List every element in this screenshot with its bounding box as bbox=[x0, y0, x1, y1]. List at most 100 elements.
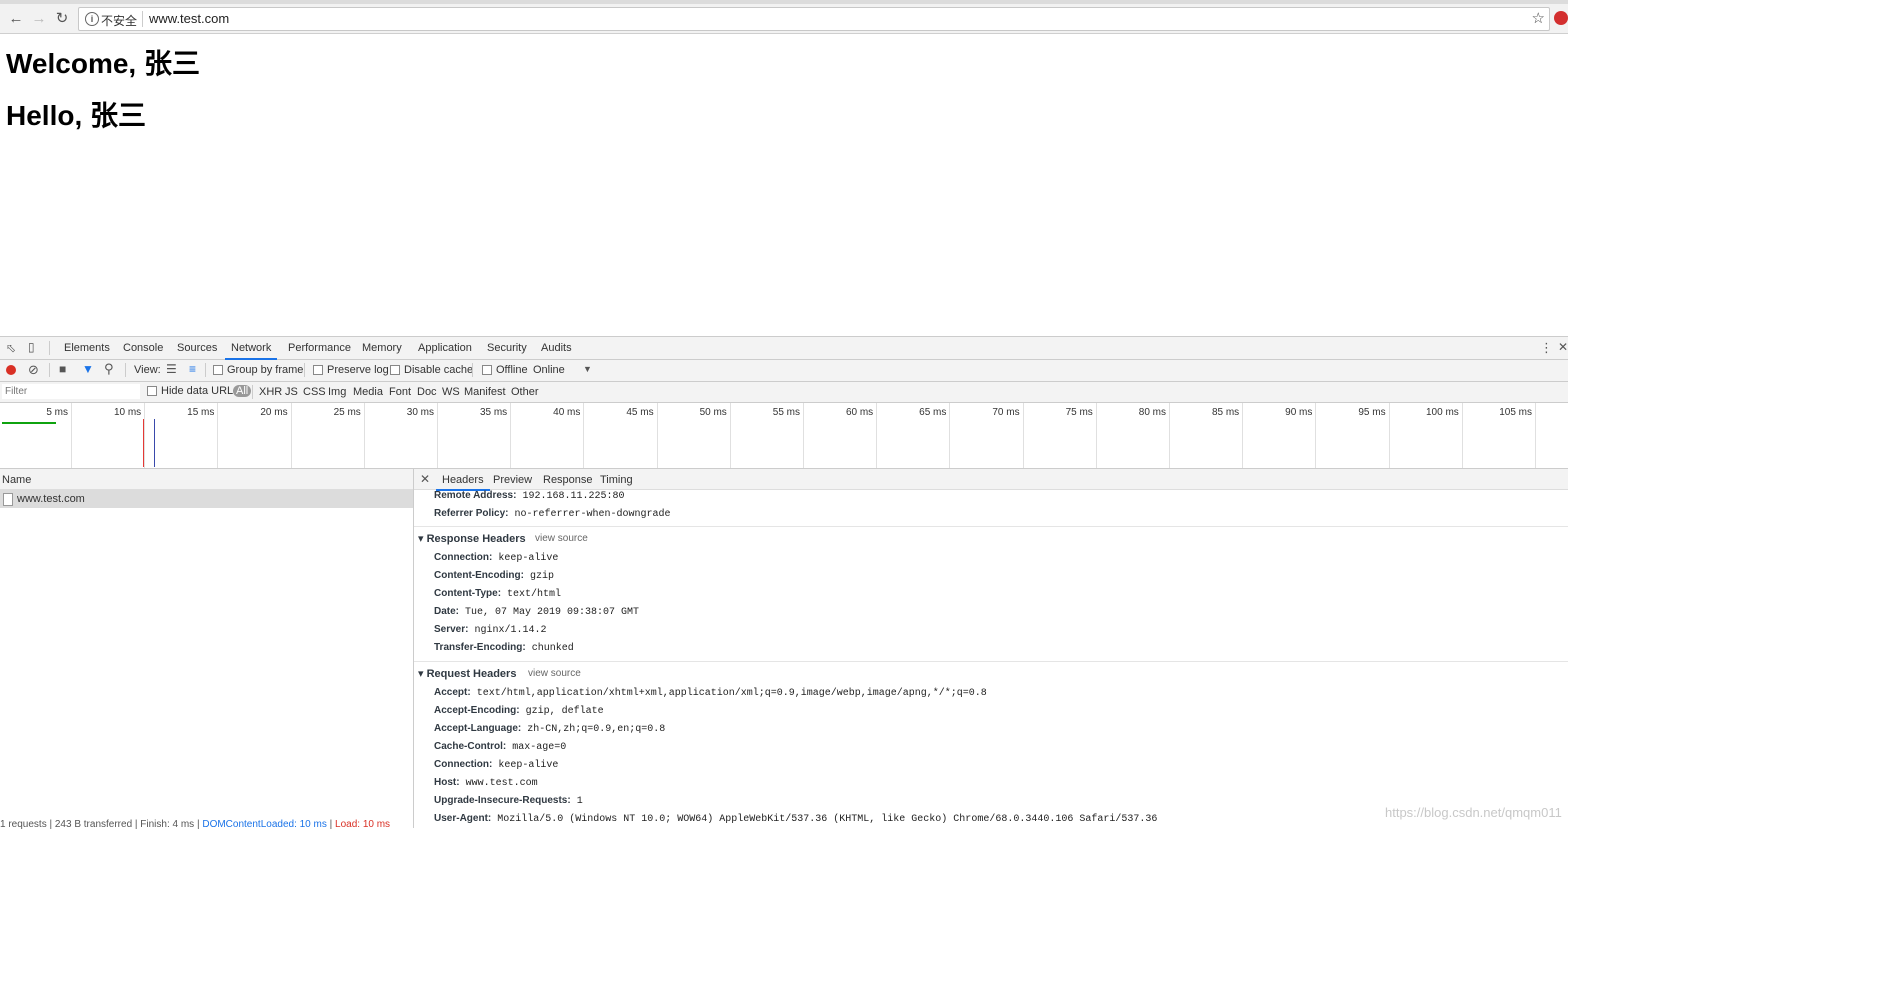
reload-icon[interactable]: ↻ bbox=[53, 10, 71, 28]
security-label[interactable]: 不安全 bbox=[101, 12, 137, 29]
header-value: gzip bbox=[523, 571, 554, 582]
general-header-row: Remote Address: 192.168.11.225:80 bbox=[434, 490, 624, 502]
throttling-select[interactable]: Online bbox=[533, 364, 565, 376]
summary-requests: 1 requests bbox=[0, 819, 47, 830]
filter-type-xhr[interactable]: XHR bbox=[259, 386, 282, 398]
bookmark-star-icon[interactable]: ☆ bbox=[1532, 9, 1545, 27]
header-key: Date: bbox=[434, 606, 460, 617]
chevron-down-icon[interactable]: ▼ bbox=[583, 364, 592, 374]
hide-data-urls-label: Hide data URLs bbox=[161, 385, 239, 397]
view-source-link[interactable]: view source bbox=[535, 533, 588, 544]
summary-transferred: 243 B transferred bbox=[54, 819, 133, 830]
header-key: Connection: bbox=[434, 552, 493, 563]
page-content: Welcome, 张三 Hello, 张三 bbox=[0, 34, 1568, 336]
browser-toolbar: ← → ↻ i 不安全 www.test.com ☆ bbox=[0, 4, 1568, 34]
timeline-tick-label: 40 ms bbox=[553, 407, 581, 418]
timeline-gridline bbox=[217, 403, 219, 468]
filter-bar: Hide data URLs All XHR JS CSS Img Media … bbox=[0, 382, 1568, 403]
filter-type-css[interactable]: CSS bbox=[303, 386, 326, 398]
large-rows-icon[interactable]: ☰ bbox=[166, 362, 177, 376]
filter-type-img[interactable]: Img bbox=[328, 386, 346, 398]
tab-response[interactable]: Response bbox=[543, 474, 593, 486]
tab-elements[interactable]: Elements bbox=[64, 342, 110, 354]
header-key: Referrer Policy: bbox=[434, 508, 509, 519]
more-options-icon[interactable]: ⋮ bbox=[1540, 340, 1553, 356]
toolbar-separator bbox=[125, 363, 126, 377]
close-devtools-icon[interactable]: ✕ bbox=[1558, 340, 1568, 354]
column-name[interactable]: Name bbox=[2, 474, 31, 486]
waterfall-icon[interactable]: ≡ bbox=[189, 362, 196, 376]
timeline-gridline bbox=[583, 403, 585, 468]
header-value: 192.168.11.225:80 bbox=[516, 491, 625, 502]
response-headers-section[interactable]: ▾ Response Headers bbox=[418, 532, 526, 545]
close-details-icon[interactable]: ✕ bbox=[420, 472, 430, 486]
timeline-gridline bbox=[803, 403, 804, 468]
request-list-header: Name bbox=[0, 469, 413, 490]
address-bar[interactable]: i 不安全 www.test.com ☆ bbox=[78, 7, 1550, 31]
timeline-tick-label: 50 ms bbox=[699, 407, 727, 418]
filter-type-other[interactable]: Other bbox=[511, 386, 539, 398]
tab-memory[interactable]: Memory bbox=[362, 342, 402, 354]
filter-input[interactable] bbox=[2, 384, 140, 399]
tab-performance[interactable]: Performance bbox=[288, 342, 351, 354]
document-icon bbox=[3, 493, 13, 506]
response-header-row: Transfer-Encoding: chunked bbox=[434, 642, 574, 654]
request-header-row: Upgrade-Insecure-Requests: 1 bbox=[434, 795, 583, 807]
timeline-gridline bbox=[290, 403, 292, 468]
tab-sources[interactable]: Sources bbox=[177, 342, 217, 354]
timeline-gridline bbox=[876, 403, 878, 468]
tab-application[interactable]: Application bbox=[418, 342, 472, 354]
tab-preview[interactable]: Preview bbox=[493, 474, 532, 486]
tab-security[interactable]: Security bbox=[487, 342, 527, 354]
toolbar-separator bbox=[49, 363, 50, 377]
offline-label: Offline bbox=[496, 364, 528, 376]
timeline-gridline bbox=[1169, 403, 1170, 468]
filter-type-js[interactable]: JS bbox=[285, 386, 298, 398]
network-overview-timeline[interactable]: 5 ms 10 ms 15 ms 20 ms 25 ms 30 ms 35 ms 40 ms 4… bbox=[0, 403, 1568, 469]
record-icon[interactable] bbox=[6, 365, 16, 375]
capture-screenshots-icon[interactable]: ■ bbox=[59, 362, 66, 376]
url-text[interactable]: www.test.com bbox=[149, 11, 229, 26]
clear-icon[interactable]: ⊘ bbox=[28, 362, 39, 378]
info-icon[interactable]: i bbox=[85, 12, 99, 26]
request-details-panel: ✕ Headers Preview Response Timing Remote… bbox=[414, 469, 1568, 828]
filter-type-manifest[interactable]: Manifest bbox=[464, 386, 506, 398]
back-icon[interactable]: ← bbox=[7, 10, 25, 28]
device-toolbar-icon[interactable]: ▯ bbox=[28, 340, 35, 354]
hide-data-urls-checkbox[interactable] bbox=[147, 386, 157, 396]
disable-cache-checkbox[interactable] bbox=[390, 365, 400, 375]
tab-headers[interactable]: Headers bbox=[436, 474, 490, 491]
search-icon[interactable]: ⚲ bbox=[104, 361, 114, 377]
filter-type-font[interactable]: Font bbox=[389, 386, 411, 398]
request-name[interactable]: www.test.com bbox=[17, 493, 85, 505]
filter-type-media[interactable]: Media bbox=[353, 386, 383, 398]
inspect-element-icon[interactable]: ⬁ bbox=[6, 341, 16, 355]
preserve-log-checkbox[interactable] bbox=[313, 365, 323, 375]
extension-icon[interactable] bbox=[1554, 11, 1568, 25]
header-value: Mozilla/5.0 (Windows NT 10.0; WOW64) App… bbox=[491, 814, 1158, 825]
request-header-row: Accept-Encoding: gzip, deflate bbox=[434, 705, 604, 717]
summary-load: Load: 10 ms bbox=[335, 819, 391, 830]
tab-console[interactable]: Console bbox=[123, 342, 163, 354]
tab-timing[interactable]: Timing bbox=[600, 474, 633, 486]
header-key: Cache-Control: bbox=[434, 741, 507, 752]
request-row[interactable]: www.test.com bbox=[0, 490, 413, 508]
devtools-tab-bar: ⬁ ▯ Elements Console Sources Network Per… bbox=[0, 337, 1568, 360]
filter-type-doc[interactable]: Doc bbox=[417, 386, 437, 398]
header-key: Content-Type: bbox=[434, 588, 502, 599]
response-header-row: Content-Encoding: gzip bbox=[434, 570, 554, 582]
tab-audits[interactable]: Audits bbox=[541, 342, 572, 354]
offline-checkbox[interactable] bbox=[482, 365, 492, 375]
filter-type-all[interactable]: All bbox=[233, 385, 252, 397]
view-source-link[interactable]: view source bbox=[528, 668, 581, 679]
general-header-row: Referrer Policy: no-referrer-when-downgr… bbox=[434, 508, 671, 520]
request-headers-section[interactable]: ▾ Request Headers bbox=[418, 667, 516, 680]
header-key: Accept-Language: bbox=[434, 723, 522, 734]
header-key: User-Agent: bbox=[434, 813, 492, 824]
filter-type-ws[interactable]: WS bbox=[442, 386, 460, 398]
tab-network[interactable]: Network bbox=[224, 342, 278, 360]
filter-icon[interactable]: ▼ bbox=[82, 362, 94, 376]
disable-cache-label: Disable cache bbox=[404, 364, 474, 376]
group-by-frame-checkbox[interactable] bbox=[213, 365, 223, 375]
forward-icon[interactable]: → bbox=[30, 10, 48, 28]
